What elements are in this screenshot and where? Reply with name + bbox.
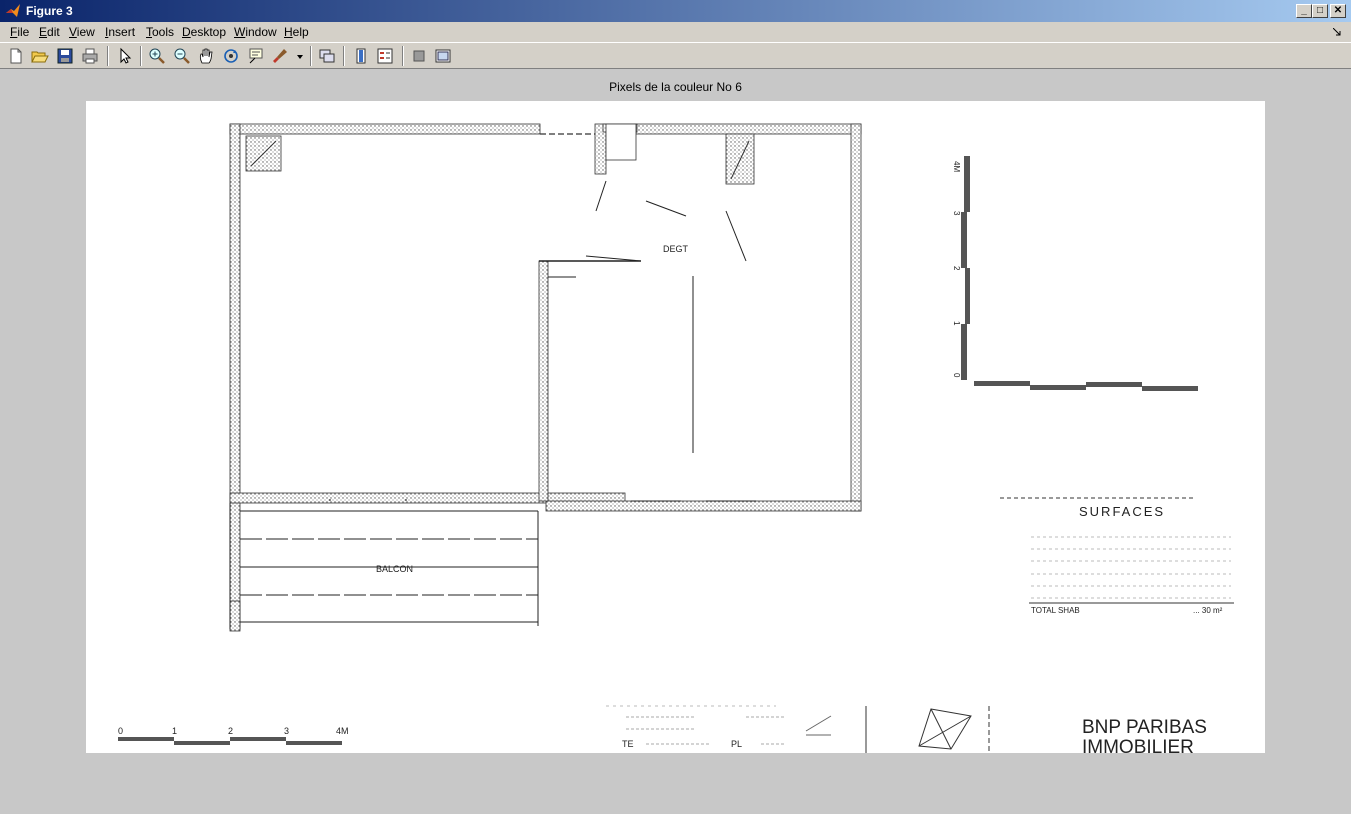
room-label-degt: DEGT [663, 244, 689, 254]
zoom-in-icon[interactable] [148, 47, 166, 65]
close-icon: ✕ [1333, 5, 1343, 16]
plan-legend: TE PL [606, 705, 990, 753]
svg-text:4M: 4M [952, 161, 961, 172]
svg-text:4M: 4M [336, 726, 349, 736]
toolbar-separator [310, 46, 312, 66]
maximize-button[interactable]: □ [1312, 4, 1328, 18]
room-label-balcon: BALCON [376, 564, 413, 574]
show-plot-tools-icon[interactable] [434, 47, 452, 65]
plan-walls [229, 123, 862, 632]
axes-title: Pixels de la couleur No 6 [609, 80, 742, 94]
horizontal-scale-bar: 0 1 2 3 4M [118, 726, 349, 745]
brand-line-2: IMMOBILIER [1082, 737, 1194, 753]
save-icon[interactable] [56, 47, 74, 65]
svg-text:0: 0 [952, 373, 961, 378]
print-icon[interactable] [81, 47, 99, 65]
vertical-scale-bar: 4M 3 2 1 0 [952, 156, 1198, 391]
figure-toolbar [0, 42, 1351, 69]
menu-file[interactable]: File [10, 25, 29, 39]
colorbar-icon[interactable] [352, 47, 370, 65]
surfaces-heading: SURFACES [1079, 504, 1165, 519]
svg-text:3: 3 [284, 726, 289, 736]
chevron-down-icon[interactable] [296, 55, 304, 60]
image-axes: DEGT BALCON 4M 3 2 1 0 SURFACES TOTAL SH… [86, 101, 1265, 753]
menu-desktop[interactable]: Desktop [182, 25, 226, 39]
menu-window[interactable]: Window [234, 25, 277, 39]
pointer-icon[interactable] [116, 47, 134, 65]
new-figure-icon[interactable] [7, 47, 25, 65]
menu-edit[interactable]: Edit [39, 25, 60, 39]
brush-icon[interactable] [271, 47, 289, 65]
svg-text:0: 0 [118, 726, 123, 736]
data-cursor-icon[interactable] [247, 47, 265, 65]
menu-tools[interactable]: Tools [146, 25, 174, 39]
legend-icon[interactable] [376, 47, 394, 65]
minimize-icon: _ [1301, 5, 1307, 16]
brand-line-1: BNP PARIBAS [1082, 717, 1207, 738]
floor-plan-image: DEGT BALCON 4M 3 2 1 0 SURFACES TOTAL SH… [118, 123, 1234, 753]
toolbar-separator [343, 46, 345, 66]
toolbar-separator [107, 46, 109, 66]
surfaces-total-value: ... 30 m² [1193, 606, 1223, 615]
link-icon[interactable] [318, 47, 336, 65]
svg-text:1: 1 [172, 726, 177, 736]
title-bar: Figure 3 _ □ ✕ [0, 0, 1351, 22]
matlab-icon [6, 4, 20, 17]
legend-code-pl: PL [731, 739, 742, 749]
open-file-icon[interactable] [31, 47, 49, 65]
minimize-button[interactable]: _ [1296, 4, 1312, 18]
dock-arrow-icon[interactable] [1333, 28, 1341, 36]
menu-help[interactable]: Help [284, 25, 309, 39]
svg-text:2: 2 [228, 726, 233, 736]
zoom-out-icon[interactable] [173, 47, 191, 65]
maximize-icon: □ [1316, 5, 1324, 16]
svg-text:1: 1 [952, 321, 961, 326]
menu-insert[interactable]: Insert [105, 25, 135, 39]
surfaces-total-label: TOTAL SHAB [1031, 606, 1080, 615]
close-button[interactable]: ✕ [1330, 4, 1346, 18]
toolbar-separator [402, 46, 404, 66]
menu-bar: File Edit View Insert Tools Desktop Wind… [0, 22, 1351, 42]
surfaces-table: SURFACES TOTAL SHAB ... 30 m² [1000, 497, 1234, 615]
menu-view[interactable]: View [69, 25, 95, 39]
toolbar-separator [140, 46, 142, 66]
pan-icon[interactable] [197, 47, 215, 65]
window-title: Figure 3 [26, 4, 73, 18]
svg-text:2: 2 [952, 266, 961, 271]
hide-plot-tools-icon[interactable] [410, 47, 428, 65]
svg-text:3: 3 [952, 211, 961, 216]
rotate-icon[interactable] [222, 47, 240, 65]
legend-code-te: TE [622, 739, 634, 749]
